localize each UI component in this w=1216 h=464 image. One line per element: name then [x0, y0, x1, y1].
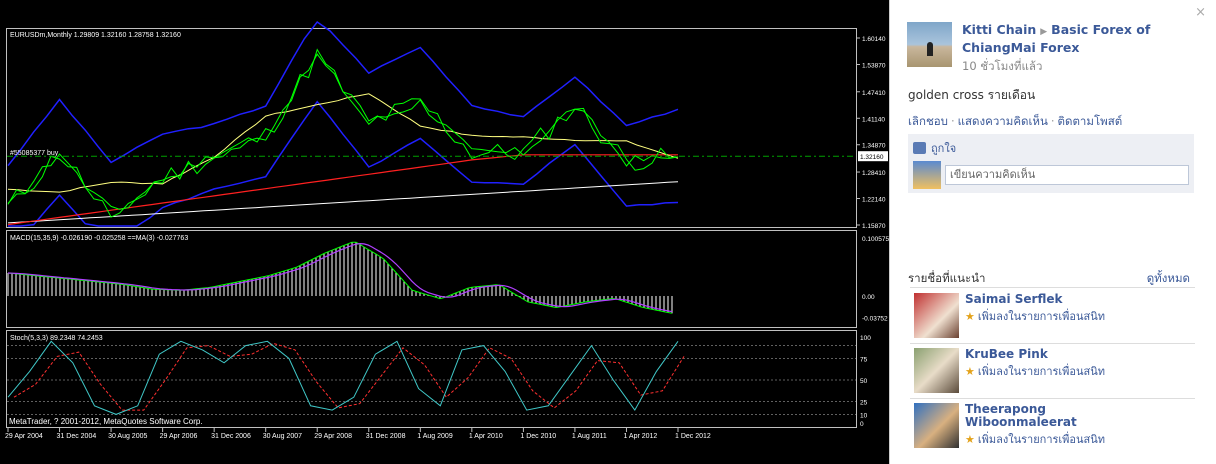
macd-tick-label: 0.00	[862, 294, 875, 301]
author-avatar[interactable]	[907, 22, 952, 67]
follow-post-link[interactable]: ติดตามโพสต์	[1058, 114, 1123, 128]
copyright-text: MetaTrader, ? 2001-2012, MetaQuotes Soft…	[9, 417, 203, 426]
price-tick-label: 1.47410	[862, 90, 886, 97]
comment-link[interactable]: แสดงความคิดเห็น	[958, 114, 1048, 128]
suggestion-name[interactable]: KruBee Pink	[965, 348, 1165, 361]
price-tick-label: 1.41140	[862, 116, 885, 123]
like-count-label[interactable]: ถูกใจ	[931, 139, 956, 157]
date-tick-label: 1 Aug 2009	[417, 433, 453, 440]
stoch-tick-label: 25	[860, 400, 868, 407]
date-tick-label: 31 Dec 2006	[211, 433, 251, 440]
date-tick-label: 29 Apr 2004	[5, 433, 43, 440]
see-all-link[interactable]: ดูทั้งหมด	[1147, 270, 1190, 288]
post-text: golden cross รายเดือน	[908, 88, 1036, 102]
date-tick-label: 29 Apr 2008	[314, 433, 352, 440]
suggestion-name[interactable]: Saimai Serflek	[965, 293, 1165, 306]
current-price-label: 1.32160	[860, 154, 884, 161]
commenter-avatar	[913, 161, 941, 189]
star-icon: ★	[965, 365, 975, 378]
stoch-tick-label: 0	[860, 421, 864, 428]
stochastic-panel	[6, 330, 857, 428]
arrow-right-icon: ▶	[1040, 27, 1048, 37]
suggestion-avatar[interactable]	[914, 348, 959, 393]
suggestion-item[interactable]: Saimai Serflek ★ เพิ่มลงในรายการเพื่อนสนิ…	[914, 293, 1196, 345]
suggestions-header: รายชื่อที่แนะนำ ดูทั้งหมด	[908, 270, 1190, 288]
suggestion-item[interactable]: KruBee Pink ★ เพิ่มลงในรายการเพื่อนสนิท	[914, 348, 1196, 400]
post-timestamp[interactable]: 10 ชั่วโมงที่แล้ว	[962, 58, 1150, 74]
date-tick-label: 30 Aug 2007	[263, 433, 302, 440]
stoch-tick-label: 10	[860, 412, 868, 419]
stoch-main-line	[7, 340, 679, 415]
date-tick-label: 29 Apr 2006	[160, 433, 198, 440]
like-comment-box: ถูกใจ เขียนความคิดเห็น	[908, 134, 1194, 193]
date-tick-label: 1 Dec 2012	[675, 433, 711, 440]
price-line	[7, 48, 679, 210]
suggestion-name[interactable]: Theerapong Wiboonmaleerat	[965, 403, 1165, 429]
price-tick-label: 1.34870	[862, 143, 886, 150]
price-chart[interactable]: 1.60140 1.53870 1.47410 1.41140 1.34870 1.284…	[0, 0, 889, 464]
post-header: Kitti Chain ▶ Basic Forex of ChiangMai For…	[907, 22, 1150, 74]
suggestion-avatar[interactable]	[914, 293, 959, 338]
red-ma-line	[7, 154, 678, 226]
lower-band-line	[8, 100, 679, 227]
order-line-label: #55085377 buy	[10, 150, 59, 157]
metatrader-chart-window[interactable]: 1.60140 1.53870 1.47410 1.41140 1.34870 1.284…	[0, 0, 889, 464]
facebook-ticker-flyout: × Kitti Chain ▶ Basic Forex of ChiangMai F…	[889, 0, 1216, 464]
date-tick-label: 30 Aug 2005	[108, 433, 147, 440]
price-tick-label: 1.60140	[862, 36, 886, 43]
suggestion-item[interactable]: Theerapong Wiboonmaleerat ★ เพิ่มลงในรายกา…	[914, 403, 1196, 455]
stoch-tick-label: 100	[860, 335, 871, 342]
add-close-friend-link[interactable]: ★ เพิ่มลงในรายการเพื่อนสนิท	[965, 307, 1105, 325]
white-ma-line	[7, 181, 679, 224]
group-name-link[interactable]: Basic Forex of	[1051, 22, 1150, 37]
stoch-tick-label: 50	[860, 378, 868, 385]
macd-title: MACD(15,35,9) -0.026190 -0.025258 ==MA(3…	[10, 235, 188, 242]
unlike-link[interactable]: เลิกชอบ	[908, 114, 948, 128]
comment-input[interactable]: เขียนความคิดเห็น	[945, 165, 1189, 185]
add-close-friend-link[interactable]: ★ เพิ่มลงในรายการเพื่อนสนิท	[965, 362, 1105, 380]
macd-tick-label: 0.100575	[862, 236, 889, 243]
symbol-title: EURUSDm,Monthly 1.29809 1.32160 1.28758 …	[10, 32, 181, 39]
price-tick-label: 1.15870	[862, 223, 886, 230]
thumbs-up-icon	[913, 142, 926, 154]
date-tick-label: 31 Dec 2008	[366, 433, 406, 440]
author-name-link[interactable]: Kitti Chain	[962, 22, 1036, 37]
stoch-tick-label: 75	[860, 357, 868, 364]
date-tick-label: 1 Dec 2010	[520, 433, 556, 440]
close-icon[interactable]: ×	[1195, 5, 1206, 20]
date-tick-label: 1 Apr 2010	[469, 433, 503, 440]
macd-panel	[6, 230, 857, 328]
stoch-title: Stoch(5,3,3) 89.2348 74.2453	[10, 335, 103, 342]
price-tick-label: 1.53870	[862, 62, 886, 69]
star-icon: ★	[965, 433, 975, 446]
group-name-link-line2[interactable]: ChiangMai Forex	[962, 40, 1150, 56]
post-actions: เลิกชอบ · แสดงความคิดเห็น · ติดตามโพสต์	[908, 114, 1123, 128]
date-tick-label: 31 Dec 2004	[57, 433, 97, 440]
date-tick-label: 1 Apr 2012	[623, 433, 657, 440]
price-tick-label: 1.28410	[862, 170, 886, 177]
suggestions-title: รายชื่อที่แนะนำ	[908, 271, 986, 285]
upper-band-line	[7, 20, 679, 167]
star-icon: ★	[965, 310, 975, 323]
macd-tick-label: -0.03752	[862, 316, 888, 323]
add-close-friend-link[interactable]: ★ เพิ่มลงในรายการเพื่อนสนิท	[965, 430, 1105, 448]
price-tick-label: 1.22140	[862, 197, 886, 204]
suggestion-avatar[interactable]	[914, 403, 959, 448]
date-tick-label: 1 Aug 2011	[572, 433, 607, 440]
